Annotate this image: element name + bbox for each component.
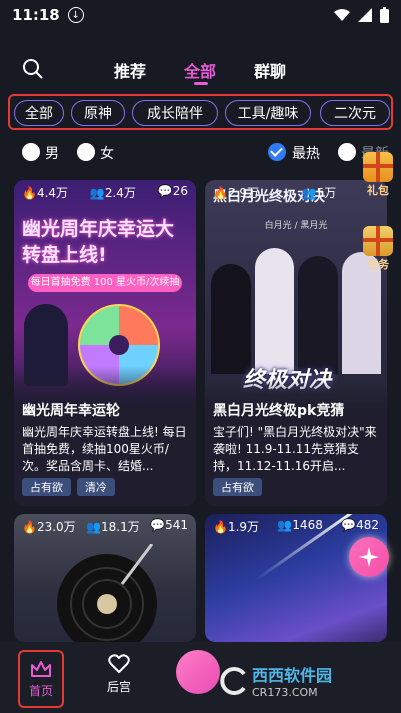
users-stat: 👥5万: [301, 186, 337, 200]
gift-icon: [363, 152, 393, 182]
heart-icon: [108, 654, 130, 673]
story-card[interactable]: 🔥2.9万 👥5万 黑白月光终极对决 白月光 / 黑月光 终极对决 黑白月光终极…: [205, 180, 387, 506]
nav-home-label: 首页: [28, 683, 53, 698]
category-chip-genshin[interactable]: 原神: [71, 100, 125, 126]
watermark-name: 西西软件园: [252, 666, 333, 685]
create-button[interactable]: [176, 650, 220, 694]
status-time: 11:18: [12, 6, 60, 24]
users-stat: 👥2.4万: [89, 186, 136, 200]
story-card[interactable]: 🔥1.9万 👥1468 💬482: [205, 514, 387, 642]
card-tags: 占有欲: [213, 478, 262, 496]
tab-recommend[interactable]: 推荐: [114, 58, 146, 82]
task-button[interactable]: 任务: [361, 226, 395, 272]
card-banner-subtitle: 每日首抽免费 100 星火币/次续抽: [28, 274, 182, 292]
filter-hot-label: 最热: [292, 146, 320, 162]
users-stat: 👥18.1万: [86, 520, 140, 534]
category-chip-growth[interactable]: 成长陪伴: [132, 100, 218, 126]
filter-row: 男 女 最热 最新: [0, 140, 401, 164]
signal-icon: [358, 8, 372, 22]
sparkle-icon: [359, 547, 379, 567]
category-chip-all[interactable]: 全部: [14, 100, 64, 126]
filter-female-label: 女: [100, 146, 114, 162]
card-stats: 🔥23.0万 👥18.1万 💬541: [14, 518, 196, 535]
card-stats: 🔥1.9万 👥1468 💬482: [205, 518, 387, 535]
filter-male-label: 男: [45, 146, 59, 162]
active-tab-indicator: [194, 82, 208, 85]
card-banner-label: 白月光 / 黑月光: [264, 221, 328, 231]
task-label: 任务: [367, 258, 389, 271]
story-card[interactable]: 🔥4.4万 👥2.4万 💬26 幽光周年庆幸运大转盘上线! 每日首抽免费 100…: [14, 180, 196, 506]
nav-home[interactable]: 首页: [18, 650, 64, 708]
card-title: 黑白月光终极pk竞猜: [213, 403, 345, 419]
tab-group-chat[interactable]: 群聊: [254, 58, 286, 82]
top-nav: 推荐 全部 群聊: [0, 52, 401, 86]
card-stats: 🔥4.4万 👥2.4万 💬26: [14, 184, 196, 201]
watermark: 西西软件园 CR173.COM: [218, 662, 332, 699]
radio-female[interactable]: [77, 143, 95, 161]
comments-stat: 💬541: [150, 518, 188, 532]
comments-stat: 💬482: [341, 518, 379, 532]
download-status-icon: ↓: [67, 7, 84, 23]
users-stat: 👥1468: [277, 518, 323, 532]
character-group-illustration: [211, 244, 381, 374]
wifi-icon: [334, 9, 350, 21]
nav-harem[interactable]: 后宫: [96, 654, 142, 695]
task-icon: [363, 226, 393, 256]
radio-hot[interactable]: [268, 143, 286, 161]
category-chip-row: 全部 原神 成长陪伴 工具/趣味 二次元: [8, 94, 393, 130]
search-icon[interactable]: [22, 58, 44, 80]
watermark-logo-icon: [220, 666, 246, 695]
sparkle-action-button[interactable]: [349, 537, 389, 577]
views-stat: 🔥23.0万: [22, 520, 76, 534]
tag: 占有欲: [22, 478, 71, 496]
tag: 占有欲: [213, 478, 262, 496]
card-description: 宝子们! "黑白月光终极对决"来袭啦! 11.9-11.11先竞猜支持，11.1…: [213, 425, 377, 473]
watermark-url: CR173.COM: [252, 686, 318, 699]
card-description: 幽光周年庆幸运转盘上线! 每日首抽免费，续抽100星火币/次。奖品含周卡、结婚.…: [22, 425, 187, 473]
radio-new[interactable]: [338, 143, 356, 161]
story-card[interactable]: 🔥23.0万 👥18.1万 💬541: [14, 514, 196, 642]
card-title: 幽光周年幸运轮: [22, 403, 120, 419]
tag: 清冷: [77, 478, 115, 496]
radio-male[interactable]: [22, 143, 40, 161]
crown-icon: [31, 660, 51, 677]
battery-icon: [380, 7, 389, 23]
comments-stat: 💬26: [157, 184, 188, 198]
card-tags: 占有欲 清冷: [22, 478, 115, 496]
views-stat: 🔥1.9万: [213, 520, 260, 534]
card-stats: 🔥2.9万 👥5万: [205, 184, 387, 201]
category-chip-tools[interactable]: 工具/趣味: [225, 100, 311, 126]
card-banner-text: 幽光周年庆幸运大转盘上线!: [22, 218, 175, 266]
tab-all[interactable]: 全部: [184, 58, 216, 82]
views-stat: 🔥4.4万: [22, 186, 69, 200]
category-chip-anime[interactable]: 二次元: [320, 100, 390, 126]
status-bar: 11:18 ↓: [0, 0, 401, 30]
views-stat: 🔥2.9万: [213, 186, 260, 200]
vinyl-record-illustration: [57, 544, 157, 642]
status-icons: [334, 7, 389, 23]
nav-harem-label: 后宫: [106, 680, 131, 694]
